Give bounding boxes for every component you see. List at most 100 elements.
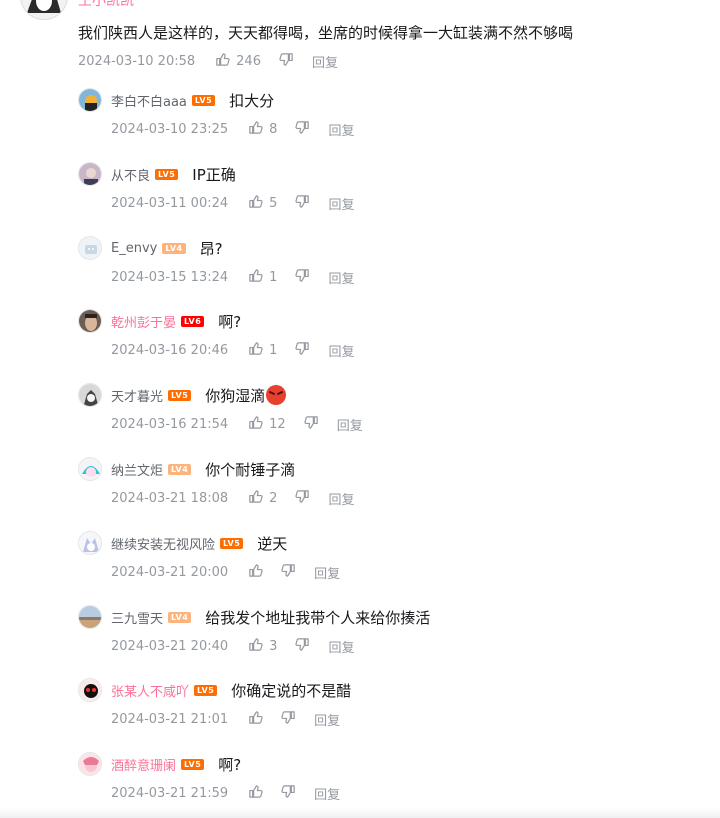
root-dislike-button[interactable] — [279, 52, 294, 71]
reply-button[interactable]: 回复 — [314, 784, 340, 803]
reply-username[interactable]: 李白不白aaa — [111, 91, 187, 110]
thumb-up-icon — [248, 710, 263, 729]
like-button[interactable]: 2 — [248, 489, 277, 508]
dislike-button[interactable] — [304, 415, 319, 434]
reply-meta: 2024-03-21 20:40 3 回复 — [111, 637, 354, 656]
dislike-button[interactable] — [281, 563, 296, 582]
reply-avatar[interactable] — [78, 678, 102, 702]
reply-item: 酒醉意珊阑 LV5 啊? — [78, 750, 241, 778]
reply-avatar[interactable] — [78, 752, 102, 776]
thumb-down-icon — [281, 784, 296, 803]
thumb-up-icon — [248, 341, 263, 360]
reply-date: 2024-03-21 21:01 — [111, 711, 229, 727]
like-button[interactable]: 5 — [248, 194, 277, 213]
thumb-down-icon — [281, 710, 296, 729]
reply-username[interactable]: 天才暮光 — [111, 386, 163, 405]
dislike-button[interactable] — [295, 637, 310, 656]
reply-date: 2024-03-21 20:40 — [111, 638, 229, 654]
thumb-down-icon — [279, 52, 294, 71]
reply-username[interactable]: 乾州彭于晏 — [111, 312, 176, 331]
reply-text-content: 给我发个地址我带个人来给你揍活 — [205, 608, 431, 627]
reply-date: 2024-03-11 00:24 — [111, 195, 229, 211]
dislike-button[interactable] — [281, 710, 296, 729]
reply-date: 2024-03-16 21:54 — [111, 416, 229, 432]
reply-avatar[interactable] — [78, 236, 102, 260]
reply-username[interactable]: 继续安装无视风险 — [111, 534, 215, 553]
like-button[interactable]: 8 — [248, 120, 277, 139]
level-badge: LV5 — [191, 94, 216, 106]
reply-avatar[interactable] — [78, 309, 102, 333]
reply-avatar[interactable] — [78, 457, 102, 481]
reply-meta: 2024-03-21 20:00 回复 — [111, 563, 340, 582]
level-badge: LV4 — [168, 463, 192, 475]
level-badge: LV5 — [181, 758, 205, 770]
root-reply-button[interactable]: 回复 — [312, 52, 338, 71]
like-button[interactable]: 3 — [248, 637, 277, 656]
dislike-button[interactable] — [295, 341, 310, 360]
dislike-button[interactable] — [295, 268, 310, 287]
reply-item: 从不良 LV5 IP正确 — [78, 160, 236, 188]
root-avatar[interactable] — [20, 0, 68, 20]
like-button[interactable] — [248, 563, 263, 582]
root-like-button[interactable]: 246 — [215, 52, 261, 71]
reply-date: 2024-03-10 23:25 — [111, 121, 229, 137]
thumb-down-icon — [295, 637, 310, 656]
reply-item: 李白不白aaa LV5 扣大分 — [78, 86, 274, 114]
reply-avatar[interactable] — [78, 383, 102, 407]
like-button[interactable]: 12 — [248, 415, 286, 434]
root-username[interactable]: 王小凯凯 — [78, 0, 134, 10]
thumb-up-icon — [248, 268, 263, 287]
reply-button[interactable]: 回复 — [314, 710, 340, 729]
dislike-button[interactable] — [295, 120, 310, 139]
reply-username[interactable]: 张某人不咸吖 — [111, 681, 189, 700]
like-count: 3 — [269, 638, 278, 654]
reply-button[interactable]: 回复 — [314, 563, 340, 582]
reply-button[interactable]: 回复 — [328, 489, 354, 508]
reply-avatar[interactable] — [78, 88, 102, 112]
thumb-down-icon — [281, 563, 296, 582]
reply-username[interactable]: 纳兰文炬 — [111, 460, 163, 479]
reply-meta: 2024-03-16 20:46 1 回复 — [111, 341, 354, 360]
reply-button[interactable]: 回复 — [328, 194, 354, 213]
reply-text: 啊? — [218, 754, 241, 775]
reply-username[interactable]: 三九雪天 — [111, 608, 163, 627]
like-button[interactable]: 1 — [248, 268, 277, 287]
reply-button[interactable]: 回复 — [328, 637, 354, 656]
root-meta: 2024-03-10 20:58 246 回复 — [78, 52, 338, 71]
like-button[interactable] — [248, 710, 263, 729]
dislike-button[interactable] — [295, 194, 310, 213]
reply-date: 2024-03-16 20:46 — [111, 342, 229, 358]
reply-username[interactable]: E_envy — [111, 241, 157, 256]
reply-avatar[interactable] — [78, 531, 102, 555]
reply-text-content: 啊? — [218, 755, 242, 774]
level-badge: LV5 — [220, 537, 244, 549]
reply-meta: 2024-03-15 13:24 1 回复 — [111, 268, 354, 287]
reply-avatar[interactable] — [78, 162, 102, 186]
reply-username[interactable]: 酒醉意珊阑 — [111, 755, 176, 774]
reply-avatar[interactable] — [78, 605, 102, 629]
reply-username[interactable]: 从不良 — [111, 165, 150, 184]
root-date: 2024-03-10 20:58 — [78, 53, 196, 69]
reply-item: 纳兰文炬 LV4 你个耐锤子滴 — [78, 455, 295, 483]
dislike-button[interactable] — [295, 489, 310, 508]
like-count: 2 — [269, 490, 278, 506]
like-count: 5 — [269, 195, 278, 211]
thumb-down-icon — [295, 341, 310, 360]
reply-text: 你确定说的不是醋 — [231, 680, 351, 701]
reply-meta: 2024-03-10 23:25 8 回复 — [111, 120, 354, 139]
reply-meta: 2024-03-21 21:59 回复 — [111, 784, 340, 803]
bottom-divider — [0, 808, 720, 818]
like-button[interactable] — [248, 784, 263, 803]
reply-button[interactable]: 回复 — [328, 268, 354, 287]
like-count: 1 — [269, 269, 278, 285]
thumb-down-icon — [295, 268, 310, 287]
like-button[interactable]: 1 — [248, 341, 277, 360]
thumb-down-icon — [304, 415, 319, 434]
reply-text: 给我发个地址我带个人来给你揍活 — [205, 607, 430, 628]
reply-button[interactable]: 回复 — [337, 415, 363, 434]
thumb-down-icon — [295, 194, 310, 213]
reply-button[interactable]: 回复 — [328, 341, 354, 360]
dislike-button[interactable] — [281, 784, 296, 803]
reply-text: 你狗湿滴 — [205, 384, 287, 406]
reply-button[interactable]: 回复 — [328, 120, 354, 139]
